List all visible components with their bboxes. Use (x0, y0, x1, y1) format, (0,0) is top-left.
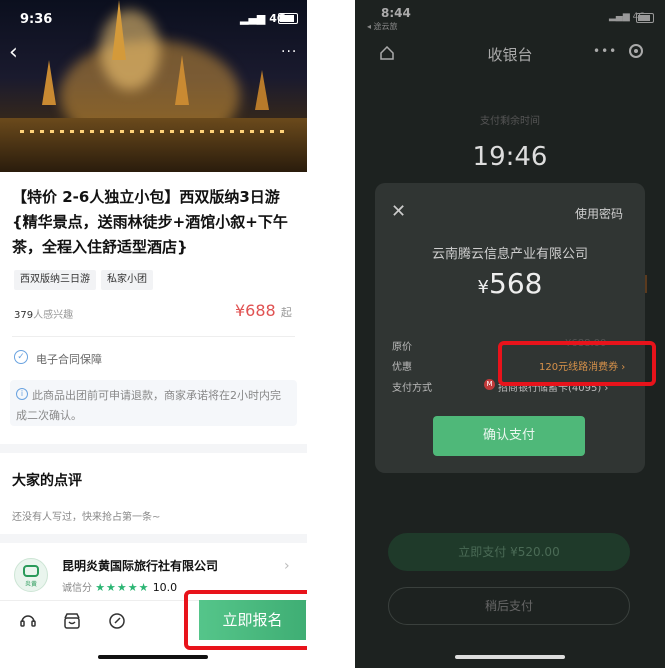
tag-item: 西双版纳三日游 (14, 270, 96, 290)
product-title: 【特价 2-6人独立小包】西双版纳3日游{精华景点，送雨林徒步+酒馆小叙+下午茶… (12, 188, 288, 256)
home-indicator (455, 655, 565, 659)
contract-text: 电子合同保障 (36, 353, 102, 366)
star-rating: ★★★★★ (95, 581, 150, 594)
countdown-timer: 19:46 (472, 142, 548, 172)
reviews-empty-text: 还没有人写过，快来抢占第一条~ (12, 512, 161, 523)
checkout-screen: 8:44 ◂ 途云旅 ▂▄▆ 4G 收银台 ••• 支付剩余时间 19:46 ✕… (355, 0, 665, 668)
battery-icon (636, 13, 654, 23)
use-password-link[interactable]: 使用密码 (575, 205, 623, 222)
pay-now-button[interactable]: 立即支付 ¥520.00 (388, 533, 630, 571)
divider (12, 336, 295, 337)
reviews-title: 大家的点评 (12, 473, 82, 489)
pay-later-button[interactable]: 稍后支付 (388, 587, 630, 625)
notice-text: 此商品出团前可申请退款，商家承诺将在2小时内完成二次确认。 (16, 389, 281, 422)
tag-item: 私家小团 (101, 270, 153, 290)
nav-title: 收银台 (487, 46, 533, 64)
chevron-right-icon[interactable]: › (284, 558, 290, 574)
section-divider (0, 534, 307, 543)
temple-spire (42, 60, 56, 105)
highlight-box (498, 341, 656, 386)
hero-glow (100, 10, 160, 90)
merchant-name: 昆明炎黄国际旅行社有限公司 (62, 559, 219, 573)
close-icon[interactable]: ✕ (391, 203, 406, 221)
more-icon[interactable]: ••• (593, 44, 617, 58)
payment-dialog: ✕ 使用密码 云南腾云信息产业有限公司 ¥568 原价 ¥688.00 优惠 1… (375, 183, 645, 473)
hero-ground (0, 118, 307, 172)
merchant-logo: 炎黄 (14, 558, 48, 592)
confirm-pay-button[interactable]: 确认支付 (433, 416, 585, 456)
section-divider (0, 444, 307, 453)
back-to-app[interactable]: ◂ 途云旅 (367, 21, 398, 32)
product-detail-screen: 9:36 ▂▄▆ 4G ‹ ··· 【特价 2-6人独立小包】西双版纳3日游{精… (0, 0, 307, 668)
hero-image: 9:36 ▂▄▆ 4G ‹ ··· (0, 0, 307, 172)
merchant-score: 诚信分 ★★★★★ 10.0 (62, 581, 178, 594)
discount-label: 优惠 (392, 362, 412, 373)
headset-icon[interactable] (19, 612, 37, 630)
back-icon[interactable]: ‹ (9, 42, 18, 64)
hero-lights (20, 130, 290, 133)
highlight-box (184, 590, 307, 650)
temple-spire (175, 55, 189, 105)
check-shield-icon: ✓ (14, 350, 28, 364)
pay-method-label: 支付方式 (392, 383, 432, 394)
temple-spire (255, 70, 269, 110)
original-price-label: 原价 (392, 342, 412, 353)
share-icon[interactable] (108, 612, 126, 630)
home-indicator (98, 655, 208, 659)
pay-amount: ¥568 (477, 267, 543, 300)
payee-company: 云南腾云信息产业有限公司 (431, 247, 588, 262)
temple-spire (112, 0, 126, 60)
countdown-label: 支付剩余时间 (480, 116, 540, 127)
status-time: 9:36 (20, 12, 53, 27)
close-miniapp-icon[interactable] (629, 44, 643, 58)
price: ¥688 起 (235, 301, 292, 320)
battery-icon (278, 13, 298, 24)
bank-logo-icon: M (484, 379, 495, 390)
status-time: 8:44 (381, 6, 411, 20)
interest-count: 379人感兴趣 (14, 310, 74, 321)
more-icon[interactable]: ··· (281, 44, 297, 60)
store-icon[interactable] (63, 612, 81, 630)
